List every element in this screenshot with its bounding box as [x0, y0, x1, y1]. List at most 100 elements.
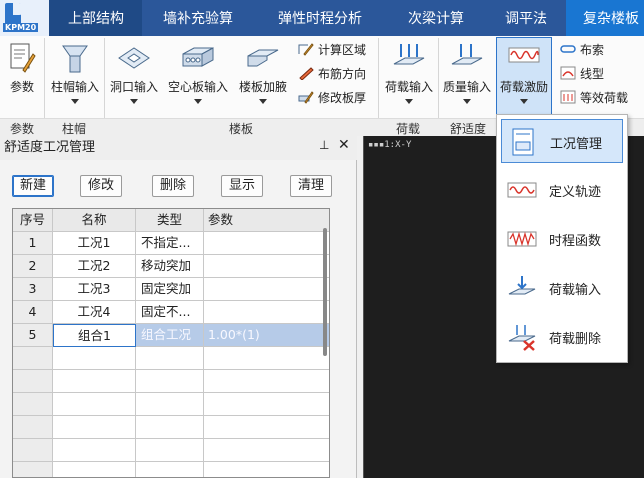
viewport-tab[interactable]: ▪▪▪1:X-Y: [368, 140, 411, 150]
delete-button[interactable]: 删除: [152, 175, 194, 197]
group-label-load: 荷载: [395, 122, 420, 136]
cable-label: 布索: [580, 43, 605, 57]
group-label-slab: 楼板: [228, 122, 253, 136]
group-label-cap: 柱帽: [61, 122, 86, 136]
column-header-type[interactable]: 类型: [136, 209, 204, 232]
case-name-cell[interactable]: 工况3: [53, 278, 136, 301]
table-row-selected[interactable]: 5 组合1 组合工况 1.00*(1): [13, 324, 329, 347]
menu-item-label: 工况管理: [550, 137, 603, 152]
rebar-direction-button[interactable]: 布筋方向: [298, 64, 366, 84]
pencil-direction-icon: [299, 67, 314, 80]
case-type-cell[interactable]: 固定不...: [136, 301, 204, 324]
table-row[interactable]: 1 工况1 不指定...: [13, 232, 329, 255]
time-history-wave-icon: [507, 231, 537, 247]
menu-secondary-beam[interactable]: 次梁计算: [386, 0, 486, 36]
row-number: 3: [13, 278, 53, 301]
document-pencil-icon: [10, 43, 36, 73]
menu-wall-check[interactable]: 墙补充验算: [142, 0, 254, 36]
menu-complex-slab[interactable]: 复杂楼板: [566, 0, 644, 36]
table-row-empty[interactable]: [13, 439, 329, 462]
app-logo: KPM20: [0, 0, 50, 36]
column-header-no[interactable]: 序号: [13, 209, 53, 232]
menu-item-load-delete[interactable]: 荷载删除: [501, 315, 623, 359]
calc-area-label: 计算区域: [318, 43, 367, 57]
menu-item-load-input[interactable]: 荷载输入: [501, 266, 623, 310]
trajectory-wave-icon: [507, 182, 537, 198]
case-param-cell[interactable]: [204, 232, 329, 255]
hollow-slab-button[interactable]: 空心板输入: [164, 38, 232, 118]
display-button[interactable]: 显示: [221, 175, 263, 197]
column-header-name[interactable]: 名称: [53, 209, 136, 232]
chevron-down-icon[interactable]: [71, 99, 79, 104]
row-number: 2: [13, 255, 53, 278]
modify-thickness-button[interactable]: 修改板厚: [298, 88, 366, 108]
vertical-scrollbar[interactable]: [323, 228, 327, 356]
panel-title: 舒适度工况管理: [0, 136, 357, 160]
table-row[interactable]: 2 工况2 移动突加: [13, 255, 329, 278]
case-type-cell[interactable]: 移动突加: [136, 255, 204, 278]
case-param-cell[interactable]: 1.00*(1): [204, 324, 329, 347]
menu-item-time-history-function[interactable]: 时程函数: [501, 217, 623, 261]
load-excitation-button[interactable]: 荷载激励: [496, 37, 552, 117]
equiv-load-icon: [560, 90, 576, 104]
chevron-down-icon[interactable]: [130, 99, 138, 104]
case-param-cell[interactable]: [204, 278, 329, 301]
menu-item-case-management[interactable]: 工况管理: [501, 119, 623, 163]
hollow-slab-icon: [182, 47, 214, 67]
cap-input-button[interactable]: 柱帽输入: [48, 38, 102, 118]
menu-upper-structure[interactable]: 上部结构: [50, 0, 142, 36]
load-excitation-label: 荷载激励: [499, 80, 548, 94]
load-input-icon: [508, 276, 536, 295]
equiv-load-label: 等效荷载: [580, 91, 629, 105]
table-row-empty[interactable]: [13, 370, 329, 393]
mass-input-button[interactable]: 质量输入: [438, 38, 496, 118]
table-row-empty[interactable]: [13, 347, 329, 370]
case-document-icon: [512, 128, 534, 156]
menu-elastic-time-history[interactable]: 弹性时程分析: [254, 0, 386, 36]
param-button[interactable]: 参数: [2, 38, 42, 118]
clear-button[interactable]: 清理: [290, 175, 332, 197]
case-name-cell[interactable]: 工况1: [53, 232, 136, 255]
chevron-down-icon[interactable]: [520, 99, 528, 104]
case-type-cell[interactable]: 固定突加: [136, 278, 204, 301]
load-input-button[interactable]: 荷载输入: [380, 38, 438, 118]
new-button[interactable]: 新建: [12, 175, 54, 197]
slab-haunch-button[interactable]: 楼板加腋: [234, 38, 292, 118]
chevron-down-icon[interactable]: [194, 99, 202, 104]
cable-button[interactable]: 布索: [560, 40, 604, 60]
group-label-param: 参数: [9, 122, 34, 136]
equiv-load-button[interactable]: 等效荷载: [560, 88, 628, 108]
line-type-button[interactable]: 线型: [560, 64, 604, 84]
calc-area-button[interactable]: 计算区域: [298, 40, 366, 60]
table-row-empty[interactable]: [13, 462, 329, 477]
menu-leveling[interactable]: 调平法: [486, 0, 566, 36]
chevron-down-icon[interactable]: [405, 99, 413, 104]
pin-icon[interactable]: ⊥: [319, 138, 329, 152]
case-param-cell[interactable]: [204, 255, 329, 278]
table-row[interactable]: 3 工况3 固定突加: [13, 278, 329, 301]
menu-item-label: 荷载删除: [549, 332, 602, 347]
case-name-cell[interactable]: 工况2: [53, 255, 136, 278]
table-row-empty[interactable]: [13, 416, 329, 439]
close-icon[interactable]: ✕: [338, 137, 350, 153]
cable-icon: [560, 45, 576, 53]
hole-input-button[interactable]: 洞口输入: [106, 38, 162, 118]
chevron-down-icon[interactable]: [259, 99, 267, 104]
case-param-cell[interactable]: [204, 301, 329, 324]
table-row-empty[interactable]: [13, 393, 329, 416]
table-header: 序号 名称 类型 参数: [13, 209, 329, 232]
param-label: 参数: [9, 80, 34, 94]
case-name-cell[interactable]: 组合1: [53, 324, 136, 347]
case-type-cell[interactable]: 不指定...: [136, 232, 204, 255]
load-input-label: 荷载输入: [384, 80, 433, 94]
case-type-cell[interactable]: 组合工况: [136, 324, 204, 347]
modify-button[interactable]: 修改: [80, 175, 122, 197]
chevron-down-icon[interactable]: [463, 99, 471, 104]
viewport-tab-label: 1:X-Y: [384, 140, 412, 150]
column-header-param[interactable]: 参数: [204, 209, 329, 232]
case-name-cell[interactable]: 工况4: [53, 301, 136, 324]
rebar-direction-label: 布筋方向: [318, 67, 367, 81]
table-row[interactable]: 4 工况4 固定不...: [13, 301, 329, 324]
menu-item-define-trajectory[interactable]: 定义轨迹: [501, 168, 623, 212]
pencil-thickness-icon: [298, 91, 314, 104]
